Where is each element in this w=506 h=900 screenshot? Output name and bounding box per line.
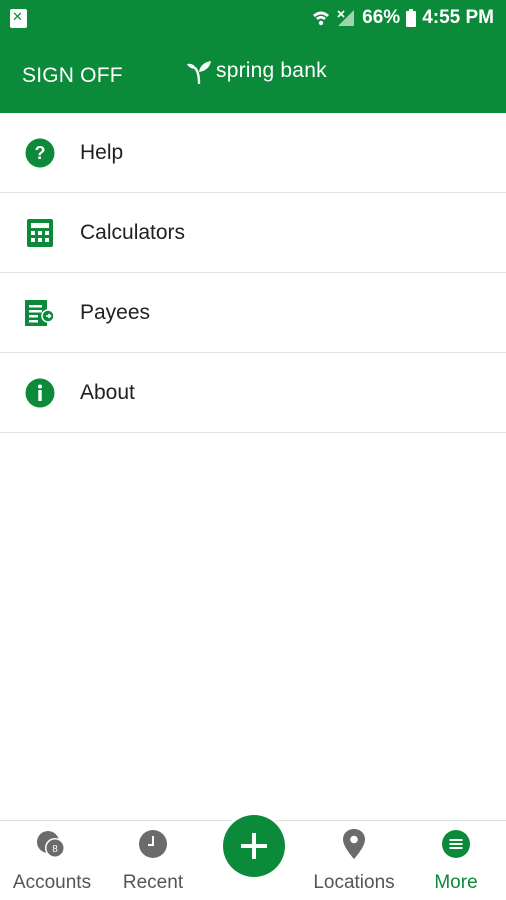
more-icon (439, 827, 473, 861)
tab-locations[interactable]: Locations (304, 821, 404, 900)
battery-percent: 66% (362, 7, 401, 28)
tab-label: Recent (122, 872, 184, 893)
battery-icon (406, 9, 417, 27)
tab-recent[interactable]: Recent (103, 821, 203, 900)
menu-item-about[interactable]: About (0, 353, 506, 433)
tab-accounts[interactable]: 8 Accounts (2, 821, 102, 900)
accounts-icon: 8 (35, 827, 69, 861)
brand-logo: spring bank (186, 58, 327, 84)
app-notification-icon (10, 8, 27, 28)
menu-item-help[interactable]: ? Help (0, 113, 506, 193)
menu-item-label: Help (80, 140, 124, 164)
menu-item-calculators[interactable]: Calculators (0, 193, 506, 273)
accounts-badge: 8 (52, 844, 58, 855)
add-action-button[interactable] (223, 815, 285, 877)
more-menu-list: ? Help Calculators Payees About (0, 113, 506, 433)
tab-label: Locations (313, 872, 395, 893)
status-bar: 66% 4:55 PM (0, 0, 506, 36)
location-pin-icon (337, 827, 371, 861)
payees-icon (24, 297, 56, 329)
sign-off-button[interactable]: SIGN OFF (22, 64, 123, 88)
help-icon: ? (24, 137, 56, 169)
brand-name: spring bank (216, 59, 327, 82)
calculator-icon (24, 217, 56, 249)
wifi-icon (313, 11, 330, 26)
menu-item-label: Calculators (80, 220, 186, 244)
menu-item-label: About (80, 380, 135, 404)
signal-icon (337, 10, 355, 26)
menu-item-payees[interactable]: Payees (0, 273, 506, 353)
svg-text:?: ? (35, 143, 46, 163)
app-bar: SIGN OFF spring bank (0, 36, 506, 113)
sprout-icon (187, 61, 211, 84)
tab-label: Accounts (12, 872, 92, 893)
clock-icon (136, 827, 170, 861)
info-icon (24, 377, 56, 409)
menu-item-label: Payees (80, 300, 151, 324)
plus-icon (241, 833, 267, 859)
tab-label: More (434, 872, 478, 893)
tab-more[interactable]: More (406, 821, 506, 900)
clock-time: 4:55 PM (422, 7, 494, 28)
